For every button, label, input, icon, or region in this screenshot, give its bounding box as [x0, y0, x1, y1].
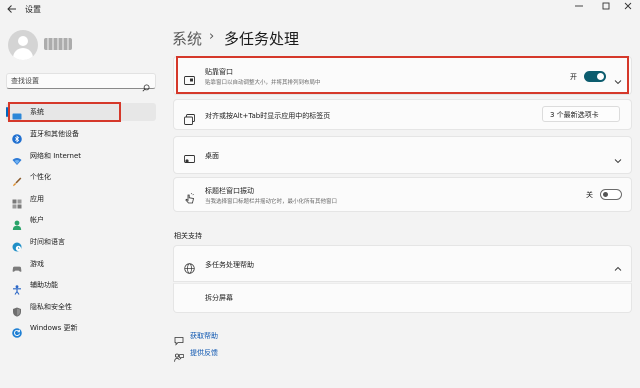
shield-icon [12, 302, 22, 317]
avatar[interactable] [8, 30, 38, 60]
multitasking-help-card[interactable]: 多任务处理帮助 [173, 245, 632, 282]
breadcrumb-parent[interactable]: 系统 [172, 28, 202, 49]
back-arrow-icon[interactable] [6, 3, 20, 17]
sidebar-item-label: 游戏 [30, 260, 44, 268]
brush-icon [12, 172, 22, 187]
multitasking-help-title: 多任务处理帮助 [205, 261, 254, 269]
title-bar-shake-desc: 当我选择窗口标题栏并摇动它时，最小化所有其他窗口 [205, 199, 338, 205]
alt-tab-title: 对齐或按Alt+Tab时显示应用中的标签页 [205, 112, 331, 120]
globe-icon [184, 259, 195, 274]
highlight-box-snap [176, 56, 629, 94]
sidebar-item-privacy[interactable]: 隐私和安全性 [6, 298, 156, 317]
globe-clock-icon [12, 237, 22, 252]
title-bar-shake-toggle[interactable] [600, 189, 622, 200]
shake-icon [184, 189, 195, 204]
sidebar-item-gaming[interactable]: 游戏 [6, 255, 156, 273]
tabs-icon [184, 110, 195, 125]
sidebar-item-personalization[interactable]: 个性化 [6, 168, 156, 187]
title-bar-shake-card: 标题栏窗口振动 当我选择窗口标题栏并摇动它时，最小化所有其他窗口 关 [173, 177, 632, 212]
sidebar-item-label: 网络和 Internet [30, 152, 82, 160]
search-icon[interactable] [142, 77, 150, 92]
sidebar-item-bluetooth[interactable]: 蓝牙和其他设备 [6, 125, 156, 144]
breadcrumb-separator: › [209, 29, 215, 44]
page-title: 多任务处理 [224, 30, 300, 48]
sidebar-item-accessibility[interactable]: 辅助功能 [6, 276, 156, 295]
wifi-icon [12, 151, 22, 165]
sidebar-item-windows-update[interactable]: Windows 更新 [6, 319, 156, 338]
alt-tab-select[interactable]: 3 个最新选项卡 [542, 106, 620, 122]
sidebar-item-label: 辅助功能 [30, 281, 58, 289]
close-icon[interactable] [618, 1, 638, 17]
sidebar-item-label: 蓝牙和其他设备 [30, 130, 79, 138]
sidebar-item-apps[interactable]: 应用 [6, 190, 156, 209]
account-icon [12, 215, 22, 230]
desktop-icon [184, 150, 195, 163]
get-help-icon [174, 331, 184, 346]
desktops-card[interactable]: 桌面 [173, 136, 632, 174]
gamepad-icon [12, 259, 22, 272]
sidebar-item-label: 帐户 [30, 216, 44, 224]
sidebar-item-label: 隐私和安全性 [30, 303, 72, 311]
window-title: 设置 [25, 5, 41, 14]
title-bar: 设置 [0, 0, 640, 22]
search-box[interactable] [6, 73, 156, 92]
maximize-icon[interactable] [596, 1, 616, 17]
sidebar-item-label: 应用 [30, 195, 44, 203]
feedback-icon [174, 348, 184, 362]
desktops-title: 桌面 [205, 152, 219, 160]
title-bar-shake-title: 标题栏窗口振动 [205, 187, 254, 195]
user-name-blurred [44, 38, 72, 50]
update-icon [12, 323, 22, 338]
sidebar-item-label: 时间和语言 [30, 238, 65, 246]
sidebar-item-network[interactable]: 网络和 Internet [6, 147, 156, 165]
bluetooth-icon [12, 129, 22, 144]
apps-icon [12, 194, 22, 209]
help-links-panel: 拆分屏幕 [173, 283, 632, 313]
sidebar-item-label: Windows 更新 [30, 324, 78, 332]
split-screen-link[interactable]: 拆分屏幕 [205, 293, 233, 303]
sidebar-item-label: 个性化 [30, 173, 51, 181]
search-input[interactable] [11, 75, 131, 87]
shake-toggle-label: 关 [586, 191, 593, 199]
sidebar-item-accounts[interactable]: 帐户 [6, 211, 156, 230]
get-help-link[interactable]: 获取帮助 [190, 331, 218, 341]
related-support-heading: 相关支持 [174, 232, 202, 240]
highlight-box-system [8, 102, 121, 122]
feedback-link[interactable]: 提供反馈 [190, 348, 218, 358]
alt-tab-select-value: 3 个最新选项卡 [550, 111, 599, 119]
sidebar-item-time-language[interactable]: 时间和语言 [6, 233, 156, 252]
minimize-icon[interactable] [569, 1, 589, 17]
chevron-down-icon[interactable] [613, 151, 623, 164]
chevron-up-icon[interactable] [613, 259, 623, 271]
accessibility-icon [12, 280, 22, 295]
